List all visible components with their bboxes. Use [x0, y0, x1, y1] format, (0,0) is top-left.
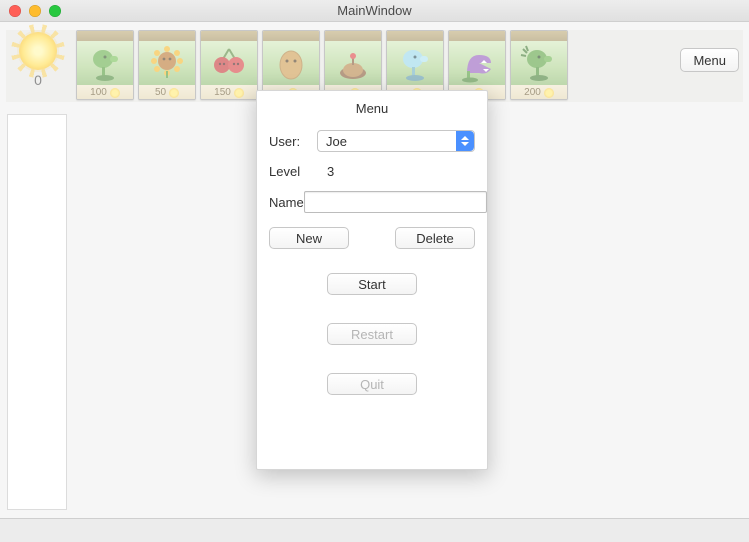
start-button[interactable]: Start	[327, 273, 417, 295]
sun-mini-icon	[169, 88, 179, 98]
status-bar	[0, 518, 749, 542]
card-cost: 50	[155, 87, 166, 98]
card-cost: 100	[90, 87, 107, 98]
card-cost: 200	[524, 87, 541, 98]
card-repeater[interactable]: 200	[510, 30, 568, 100]
menu-dialog: Menu User: Joe Level 3 Name New Delete S…	[256, 90, 488, 470]
level-value: 3	[317, 164, 334, 179]
sun-icon	[19, 32, 57, 70]
user-label: User:	[269, 134, 317, 149]
delete-button-label: Delete	[416, 231, 454, 246]
client-area: 0 100	[0, 22, 749, 518]
selected-plants-list[interactable]	[7, 114, 67, 510]
sun-counter: 0	[8, 32, 68, 88]
repeater-icon	[511, 41, 567, 85]
card-sunflower[interactable]: 50	[138, 30, 196, 100]
titlebar: MainWindow	[0, 0, 749, 22]
card-peashooter[interactable]: 100	[76, 30, 134, 100]
minimize-icon[interactable]	[29, 5, 41, 17]
card-cherry-bomb[interactable]: 150	[200, 30, 258, 100]
chomper-icon	[449, 41, 505, 85]
window-controls	[9, 5, 61, 17]
restart-button-label: Restart	[351, 327, 393, 342]
name-field[interactable]	[304, 191, 487, 213]
maximize-icon[interactable]	[49, 5, 61, 17]
delete-button[interactable]: Delete	[395, 227, 475, 249]
card-cost: 150	[214, 87, 231, 98]
cherry-bomb-icon	[201, 41, 257, 85]
sunflower-icon	[139, 41, 195, 85]
window-title: MainWindow	[0, 3, 749, 18]
close-icon[interactable]	[9, 5, 21, 17]
chevron-updown-icon	[456, 131, 474, 151]
new-button-label: New	[296, 231, 322, 246]
quit-button[interactable]: Quit	[327, 373, 417, 395]
menu-button[interactable]: Menu	[680, 48, 739, 72]
snow-pea-icon	[387, 41, 443, 85]
menu-button-label: Menu	[693, 53, 726, 68]
restart-button[interactable]: Restart	[327, 323, 417, 345]
level-label: Level	[269, 164, 317, 179]
user-select[interactable]: Joe	[317, 130, 475, 152]
potato-mine-icon	[325, 41, 381, 85]
start-button-label: Start	[358, 277, 385, 292]
sun-mini-icon	[110, 88, 120, 98]
sun-mini-icon	[544, 88, 554, 98]
sun-mini-icon	[234, 88, 244, 98]
new-button[interactable]: New	[269, 227, 349, 249]
quit-button-label: Quit	[360, 377, 384, 392]
wall-nut-icon	[263, 41, 319, 85]
user-select-value: Joe	[326, 134, 347, 149]
peashooter-icon	[77, 41, 133, 85]
dialog-title: Menu	[269, 101, 475, 116]
name-label: Name	[269, 195, 304, 210]
